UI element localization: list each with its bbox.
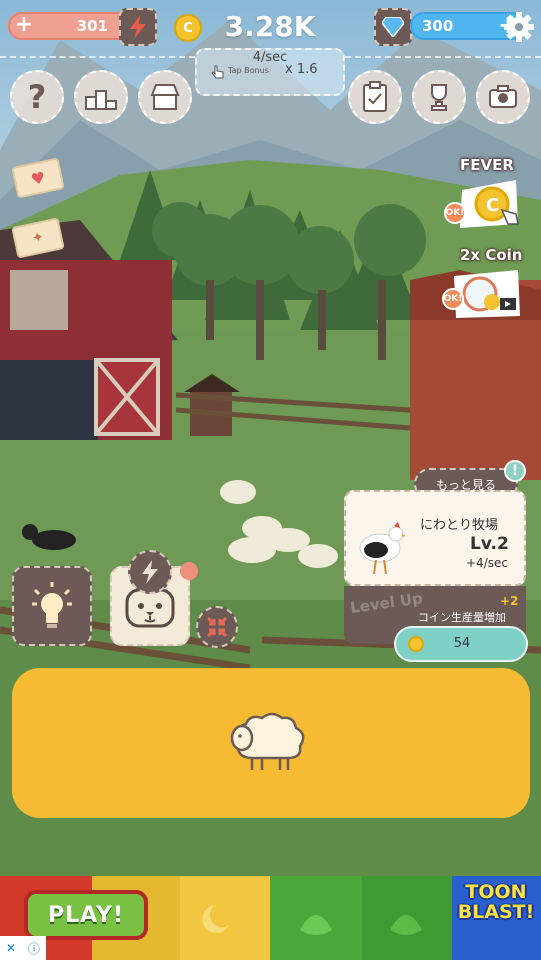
camera-icon [489,85,517,108]
collapse-icon [206,616,228,638]
podium-icon [85,90,117,110]
tasks-button[interactable] [348,70,402,124]
gem-value: 300 [422,17,454,35]
ad-play-button[interactable]: PLAY! [24,890,148,940]
info-icon[interactable]: ⓘ [28,940,40,957]
coin-total: 3.28K [224,10,316,43]
fever-bonus[interactable]: FEVER C OK! [444,156,526,236]
shrink-button[interactable] [196,606,238,648]
ad-brand-logo[interactable]: TOON BLAST! [454,882,538,922]
fever-ok-badge: OK! [444,202,466,224]
clipboard-icon [363,81,387,112]
question-icon: ? [27,78,47,116]
chicken-icon [359,522,406,575]
ad-brand-line2: BLAST! [457,901,535,923]
help-button[interactable]: ? [10,70,64,124]
alert-badge: ! [504,460,526,482]
double-coin-label: 2x Coin [460,246,523,264]
gem-button[interactable] [374,8,412,46]
sheep-icon [230,712,305,770]
farm-name: にわとり牧場 [420,518,499,533]
trophy-button[interactable] [412,70,466,124]
farm-level: Lv.2 [470,534,509,554]
tap-bonus-label: Tap Bonus [228,66,269,75]
compass-icon: ✦ [30,228,46,248]
lightbulb-icon [32,582,72,628]
energy-badge [128,550,172,594]
hand-pointer-icon [211,65,224,79]
tap-multiplier: x 1.6 [285,62,318,77]
ad-choices[interactable]: ✕ ⓘ [0,936,46,960]
lightning-icon [130,15,146,39]
fever-label: FEVER [460,156,514,174]
double-coin-bonus[interactable]: 2x Coin OK! [442,246,526,326]
level-up-cost: 54 [453,636,471,651]
close-icon[interactable]: ✕ [6,941,16,955]
notification-dot [180,562,198,580]
level-up-description: コイン生産量増加 [418,611,506,624]
trophy-icon [431,84,447,111]
coin-icon: C [174,14,202,42]
farm-rate: +4/sec [466,556,508,570]
divider [0,56,195,58]
hint-button[interactable] [12,566,92,646]
diamond-icon [382,17,404,37]
shop-icon [150,84,180,110]
heart-icon: ♥ [29,167,47,189]
shop-button[interactable] [138,70,192,124]
camera-button[interactable] [476,70,530,124]
divider [345,56,541,58]
svg-text:C: C [486,195,499,216]
coin-tap-icon: C [460,180,519,228]
ad-brand-line1: TOON [465,881,527,903]
level-up-increase: +2 [500,594,519,608]
lightning-icon [142,560,158,584]
energy-button[interactable] [119,8,157,46]
plus-icon[interactable]: + [12,14,36,38]
ranking-button[interactable] [74,70,128,124]
double-coin-ok-badge: OK! [442,288,464,310]
gear-icon[interactable] [502,10,536,44]
